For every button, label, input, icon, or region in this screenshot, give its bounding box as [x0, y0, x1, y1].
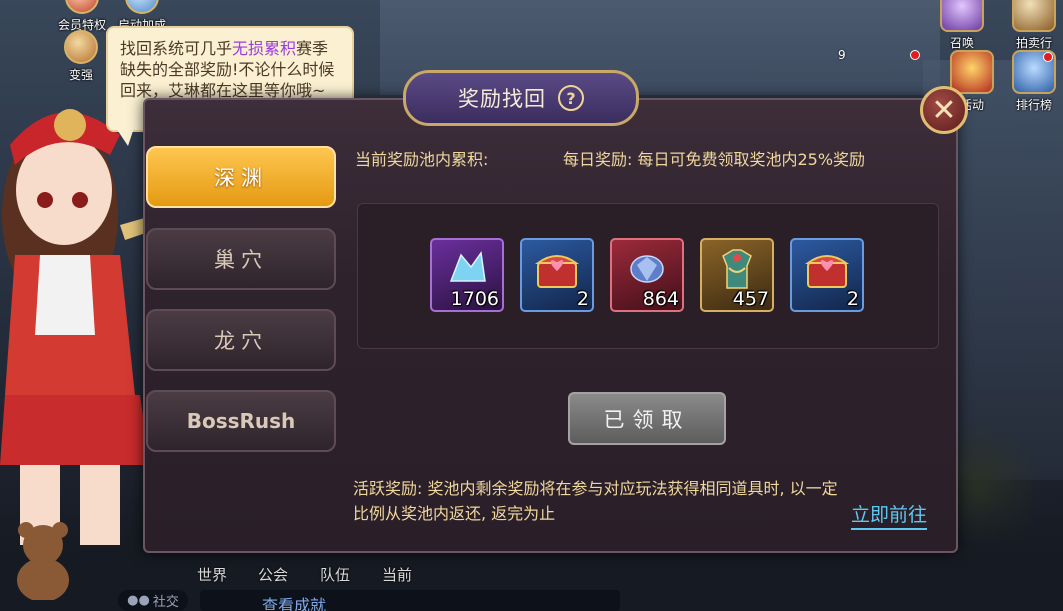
tab-dragon-lair[interactable]: 龙穴 — [146, 309, 336, 371]
item-quantity: 2 — [576, 288, 589, 310]
power-up-label: 变强 — [68, 68, 93, 82]
item-quantity: 2 — [846, 288, 859, 310]
vip-crown-icon — [65, 0, 99, 14]
chat-tab-team[interactable]: 队伍 — [320, 564, 350, 585]
chat-tab-current[interactable]: 当前 — [382, 564, 412, 585]
notification-dot — [910, 50, 920, 60]
leaderboard-label: 排行榜 — [1015, 98, 1052, 112]
summon-icon — [940, 0, 984, 32]
bubble-text-start: 找回系统可几乎 — [120, 39, 233, 58]
dialog-title: 奖励找回 — [458, 87, 546, 111]
reward-item-crystal-shard[interactable]: 1706 — [430, 238, 504, 312]
dialog-title-plate: 奖励找回 ? — [403, 70, 639, 126]
tab-nest[interactable]: 巢穴 — [146, 228, 336, 290]
close-button[interactable]: ✕ — [920, 86, 968, 134]
auction-house-icon — [1012, 0, 1056, 32]
item-quantity: 457 — [732, 288, 769, 310]
tab-label: 深渊 — [214, 166, 268, 190]
reward-item-costume-gift[interactable]: 457 — [700, 238, 774, 312]
bubble-highlight: 无损累积 — [232, 39, 297, 58]
reward-item-treasure-chest[interactable]: 2 — [790, 238, 864, 312]
launch-bonus-icon — [125, 0, 159, 14]
chat-tab-guild[interactable]: 公会 — [258, 564, 288, 585]
power-up-icon — [64, 30, 98, 64]
chat-tab-world[interactable]: 世界 — [197, 564, 227, 585]
power-up-button[interactable]: 变强 — [56, 30, 106, 83]
leaderboard-button[interactable]: 排行榜 — [1004, 50, 1063, 113]
reward-item-crimson-crystal[interactable]: 864 — [610, 238, 684, 312]
events-icon — [950, 50, 994, 94]
claimed-button[interactable]: 已领取 — [568, 392, 726, 445]
item-quantity: 864 — [642, 288, 679, 310]
close-icon: ✕ — [931, 92, 957, 128]
tab-bossrush[interactable]: BossRush — [146, 390, 336, 452]
crystal-shard-icon — [449, 251, 486, 283]
treasure-chest-icon — [804, 255, 850, 289]
daily-reward-info: 每日奖励: 每日可免费领取奖池内25%奖励 — [563, 150, 866, 169]
tab-abyss[interactable]: 深渊 — [146, 146, 336, 208]
social-label: 社交 — [152, 595, 179, 610]
summon-button[interactable]: 召唤 — [934, 0, 990, 51]
go-now-link[interactable]: 立即前往 — [851, 500, 928, 530]
active-reward-info: 活跃奖励: 奖池内剩余奖励将在参与对应玩法获得相同道具时, 以一定比例从奖池内返… — [353, 479, 838, 523]
item-quantity: 1706 — [450, 288, 499, 310]
social-icon: ●● — [127, 593, 150, 608]
notification-dot — [1043, 52, 1053, 62]
tab-label: BossRush — [186, 409, 296, 433]
pool-accumulated-label: 当前奖励池内累积: — [355, 150, 489, 169]
tab-label: 巢穴 — [214, 248, 268, 272]
hud-badge-count: 9 — [838, 48, 846, 62]
bubble-tail — [116, 128, 134, 146]
help-icon[interactable]: ? — [558, 85, 584, 111]
treasure-chest-icon — [534, 255, 580, 289]
reward-item-treasure-chest[interactable]: 2 — [520, 238, 594, 312]
teddy-bear-illustration — [17, 522, 69, 600]
social-button[interactable]: ●● 社交 — [118, 590, 188, 611]
tab-label: 龙穴 — [214, 329, 268, 353]
auction-house-label: 拍卖行 — [1015, 36, 1052, 50]
auction-house-button[interactable]: 拍卖行 — [1004, 0, 1063, 51]
summon-label: 召唤 — [949, 36, 974, 50]
crimson-crystal-icon — [630, 255, 664, 284]
vip-privilege-button[interactable]: 会员特权 — [52, 0, 112, 33]
chat-message[interactable]: 查看成就 — [262, 592, 326, 611]
costume-gift-icon — [722, 249, 752, 290]
